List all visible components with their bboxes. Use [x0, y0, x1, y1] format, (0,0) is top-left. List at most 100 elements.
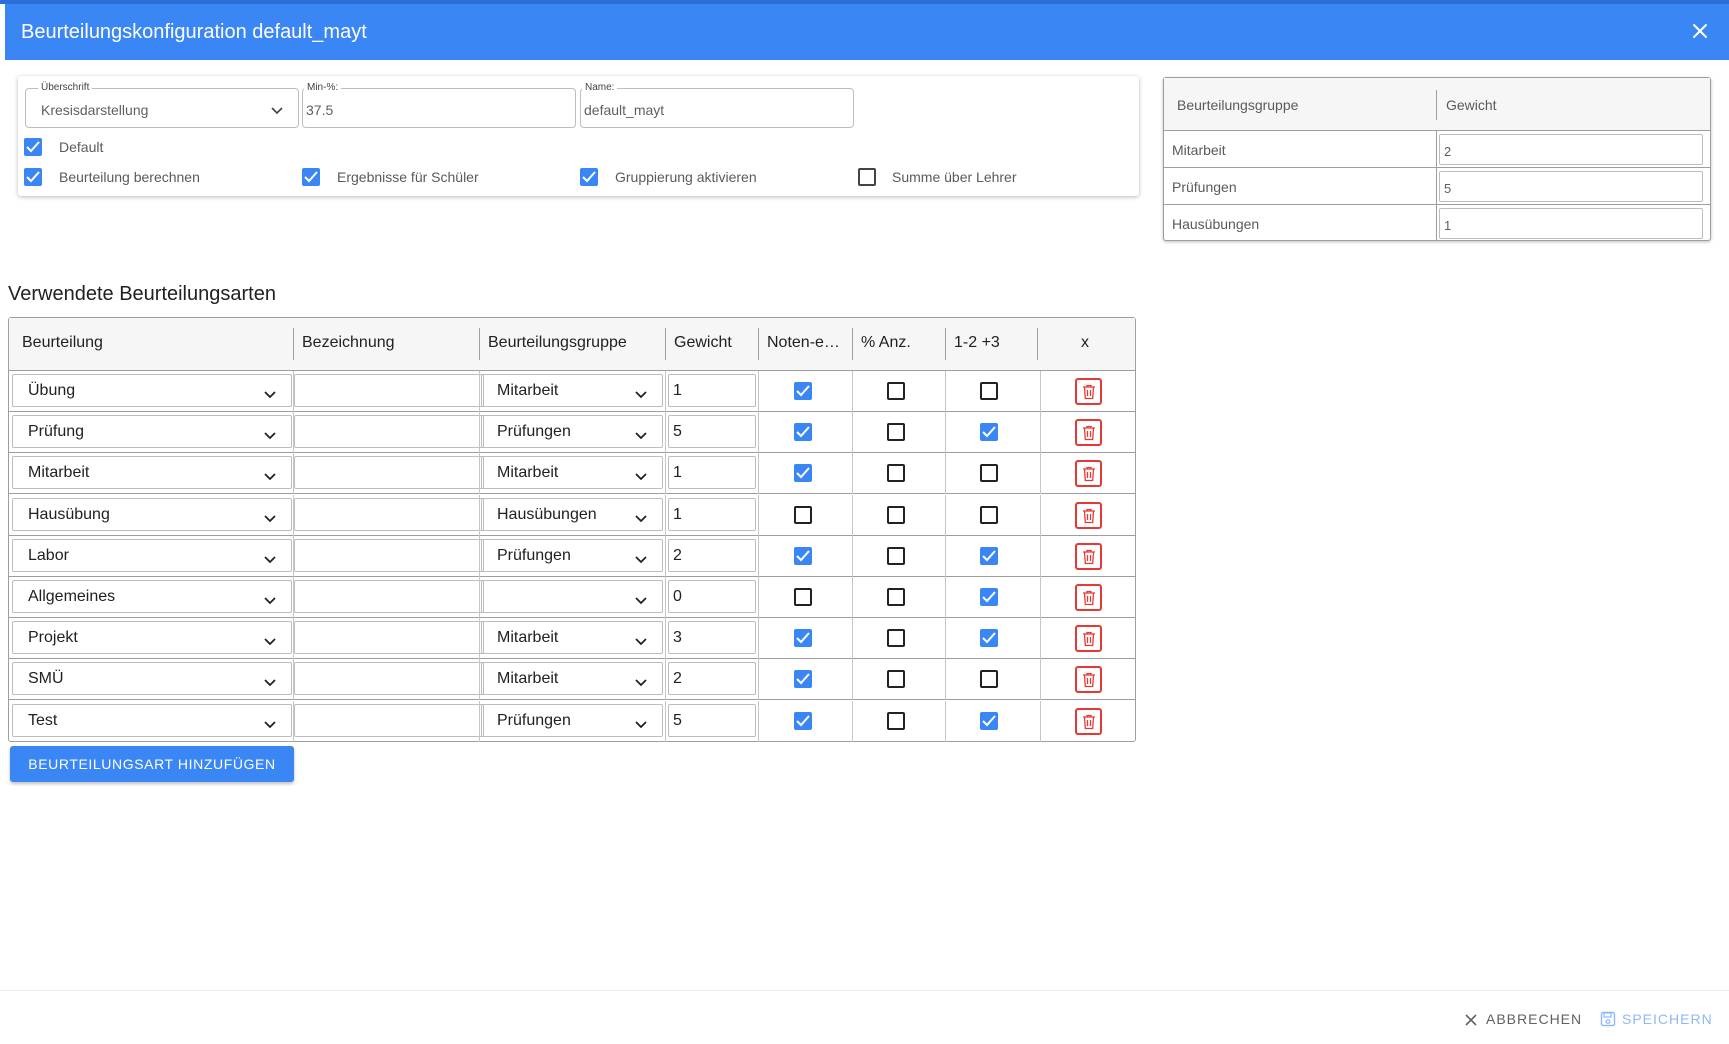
bezeichnung-input[interactable]: [294, 415, 484, 449]
cell-divider: [665, 659, 666, 701]
plus-checkbox[interactable]: [980, 629, 998, 648]
gewicht-input[interactable]: 1: [668, 497, 756, 531]
gewicht-input[interactable]: 3: [668, 621, 756, 655]
anz-checkbox[interactable]: [887, 382, 905, 400]
add-assessment-type-button[interactable]: BEURTEILUNGSART HINZUFÜGEN: [10, 746, 294, 782]
bezeichnung-input[interactable]: [294, 580, 484, 613]
gruppe-select[interactable]: Prüfungen: [481, 538, 663, 572]
min-percent-value: 37.5: [306, 102, 334, 118]
noten-checkbox[interactable]: [794, 546, 812, 565]
gruppe-select[interactable]: Mitarbeit: [481, 621, 663, 655]
beurteilung-select[interactable]: Hausübung: [12, 497, 292, 531]
anz-checkbox[interactable]: [887, 629, 905, 648]
bezeichnung-input[interactable]: [294, 662, 484, 696]
save-label: SPEICHERN: [1622, 1011, 1713, 1027]
noten-checkbox[interactable]: [794, 382, 812, 400]
summe-lehrer-checkbox[interactable]: [858, 168, 876, 186]
bezeichnung-input[interactable]: [294, 374, 484, 407]
plus-checkbox[interactable]: [980, 382, 998, 400]
name-value: default_mayt: [584, 102, 665, 118]
plus-checkbox[interactable]: [980, 588, 998, 606]
beurteilung-select[interactable]: Übung: [12, 374, 292, 407]
noten-checkbox[interactable]: [794, 711, 812, 730]
gewicht-input[interactable]: 1: [668, 456, 756, 490]
ueberschrift-select[interactable]: Überschrift Kresisdarstellung: [25, 82, 299, 128]
delete-button[interactable]: [1075, 419, 1102, 447]
gewicht-input[interactable]: 5: [668, 415, 756, 449]
noten-checkbox[interactable]: [794, 588, 812, 606]
delete-button[interactable]: [1075, 707, 1102, 735]
name-field[interactable]: Name: default_mayt: [580, 82, 854, 128]
anz-checkbox[interactable]: [887, 546, 905, 565]
noten-checkbox[interactable]: [794, 464, 812, 483]
anz-checkbox[interactable]: [887, 464, 905, 483]
delete-button[interactable]: [1075, 625, 1102, 653]
min-percent-field[interactable]: Min-%: 37.5: [302, 82, 576, 128]
gewicht-input[interactable]: 2: [668, 662, 756, 696]
cell-divider: [665, 577, 666, 618]
noten-checkbox[interactable]: [794, 670, 812, 689]
plus-checkbox[interactable]: [980, 670, 998, 689]
gruppe-select[interactable]: Mitarbeit: [481, 662, 663, 696]
beurteilung-value: Hausübung: [28, 505, 110, 523]
bezeichnung-input[interactable]: [294, 538, 484, 572]
beurteilung-select[interactable]: SMÜ: [12, 662, 292, 696]
gewicht-input[interactable]: 5: [668, 703, 756, 737]
group-weight-input[interactable]: 1: [1439, 208, 1703, 239]
gewicht-input[interactable]: 2: [668, 538, 756, 572]
gruppierung-checkbox[interactable]: [580, 168, 598, 186]
beurteilung-select[interactable]: Mitarbeit: [12, 456, 292, 490]
bezeichnung-input[interactable]: [294, 703, 484, 737]
delete-button[interactable]: [1075, 666, 1102, 694]
group-weight-input[interactable]: 5: [1439, 171, 1703, 202]
plus-checkbox[interactable]: [980, 423, 998, 442]
bezeichnung-input[interactable]: [294, 456, 484, 490]
gruppe-select[interactable]: Prüfungen: [481, 415, 663, 449]
gruppe-select[interactable]: Hausübungen: [481, 497, 663, 531]
noten-checkbox[interactable]: [794, 505, 812, 524]
gewicht-input[interactable]: 0: [668, 580, 756, 613]
anz-checkbox[interactable]: [887, 505, 905, 524]
gewicht-input[interactable]: 1: [668, 374, 756, 407]
anz-checkbox[interactable]: [887, 711, 905, 730]
beurteilung-select[interactable]: Allgemeines: [12, 580, 292, 613]
default-checkbox[interactable]: [24, 138, 42, 156]
delete-button[interactable]: [1075, 378, 1102, 405]
beurteilung-value: Übung: [28, 382, 76, 399]
delete-button[interactable]: [1075, 460, 1102, 488]
beurteilung-select[interactable]: Projekt: [12, 621, 292, 655]
gruppe-select[interactable]: Prüfungen: [481, 703, 663, 737]
delete-button[interactable]: [1075, 501, 1102, 529]
gruppe-select[interactable]: [481, 580, 663, 613]
noten-checkbox[interactable]: [794, 423, 812, 442]
bezeichnung-input[interactable]: [294, 621, 484, 655]
cell-divider: [945, 453, 946, 495]
ergebnisse-checkbox[interactable]: [302, 168, 320, 186]
anz-checkbox[interactable]: [887, 670, 905, 689]
gewicht-value: 1: [673, 505, 682, 523]
beurteilung-berechnen-checkbox[interactable]: [24, 168, 42, 186]
beurteilung-select[interactable]: Prüfung: [12, 415, 292, 449]
header-beurteilungsgruppe: Beurteilungsgruppe: [488, 334, 627, 351]
anz-checkbox[interactable]: [887, 423, 905, 442]
delete-button[interactable]: [1075, 584, 1102, 611]
plus-checkbox[interactable]: [980, 464, 998, 483]
table-row: Allgemeines 0: [9, 577, 1135, 618]
gruppe-select[interactable]: Mitarbeit: [481, 374, 663, 407]
gruppe-select[interactable]: Mitarbeit: [481, 456, 663, 490]
group-weight-input[interactable]: 2: [1439, 134, 1703, 165]
noten-checkbox[interactable]: [794, 629, 812, 648]
beurteilung-select[interactable]: Labor: [12, 538, 292, 572]
cell-divider: [945, 371, 946, 412]
anz-checkbox[interactable]: [887, 588, 905, 606]
plus-checkbox[interactable]: [980, 505, 998, 524]
beurteilung-select[interactable]: Test: [12, 703, 292, 737]
delete-button[interactable]: [1075, 542, 1102, 570]
bezeichnung-input[interactable]: [294, 497, 484, 531]
save-button[interactable]: SPEICHERN: [1600, 1011, 1713, 1027]
plus-checkbox[interactable]: [980, 546, 998, 565]
close-icon[interactable]: [1687, 18, 1713, 44]
cancel-button[interactable]: ABBRECHEN: [1464, 1011, 1582, 1027]
cell-divider: [1040, 453, 1041, 495]
plus-checkbox[interactable]: [980, 711, 998, 730]
